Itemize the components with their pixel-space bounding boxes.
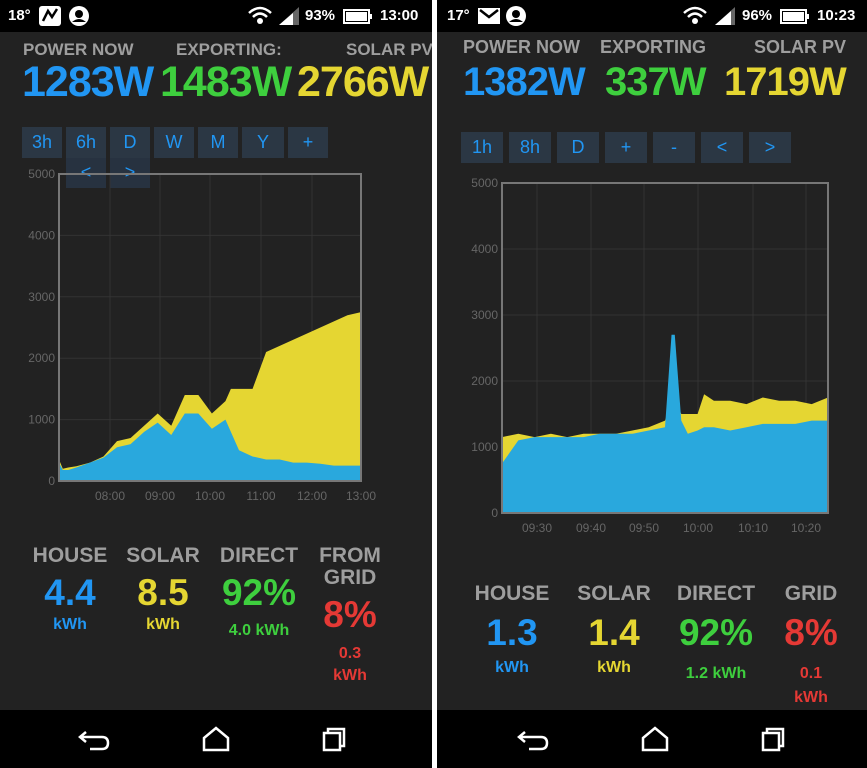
x-tick-label: 10:20 [791, 521, 821, 535]
y-tick-label: 4000 [471, 242, 498, 256]
y-tick-label: 1000 [471, 440, 498, 454]
y-tick-label: 2000 [28, 351, 55, 365]
house-value: 1.3 [486, 612, 538, 653]
x-tick-label: 09:30 [522, 521, 552, 535]
recent-apps-icon[interactable] [316, 726, 356, 752]
right-phone-screen: 17° 96% 10:23 POWER NOW EXPORTING SOLAR … [437, 0, 867, 768]
from-label: FROM [319, 544, 381, 567]
x-tick-label: 12:00 [297, 489, 327, 503]
solar-label: SOLAR [126, 544, 200, 567]
y-tick-label: 5000 [471, 176, 498, 190]
house-label: HOUSE [474, 582, 550, 605]
left-phone-screen: 18° 93% 13:00 POWER NOW EXPORTING: SOLAR… [0, 0, 432, 768]
grid-kwh-unit: kWh [794, 689, 828, 706]
y-tick-label: 2000 [471, 374, 498, 388]
y-tick-label: 1000 [28, 413, 55, 427]
x-tick-label: 11:00 [246, 489, 275, 503]
x-tick-label: 08:00 [95, 489, 125, 503]
solar-unit: kWh [597, 659, 631, 676]
solar-label: SOLAR [577, 582, 651, 605]
navigation-bar [437, 710, 867, 768]
grid-value: 8% [323, 594, 377, 635]
house-unit: kWh [53, 616, 87, 633]
solar-unit: kWh [146, 616, 180, 633]
grid-value: 8% [784, 612, 838, 653]
navigation-bar [0, 710, 432, 768]
direct-kwh: 4.0 kWh [228, 622, 290, 639]
x-tick-label: 10:00 [683, 521, 713, 535]
power-chart: 0 1000 2000 3000 4000 5000 09:30 09:40 09:50 10:0… [471, 176, 829, 535]
home-icon[interactable] [196, 726, 236, 752]
x-tick-label: 10:00 [195, 489, 225, 503]
y-tick-label: 4000 [28, 228, 55, 242]
back-icon[interactable] [515, 726, 555, 752]
direct-label: DIRECT [676, 582, 756, 605]
grid-label: GRID [784, 582, 838, 605]
x-tick-label: 09:00 [145, 489, 175, 503]
x-tick-label: 09:50 [629, 521, 659, 535]
house-label: HOUSE [32, 544, 108, 567]
grid-kwh: 0.3 [338, 645, 362, 662]
back-icon[interactable] [76, 726, 116, 752]
grid-kwh-unit: kWh [333, 667, 367, 684]
y-tick-label: 3000 [471, 308, 498, 322]
solar-value: 1.4 [588, 612, 640, 653]
x-tick-label: 09:40 [576, 521, 606, 535]
direct-label: DIRECT [219, 544, 299, 567]
solar-value: 8.5 [137, 572, 189, 613]
house-unit: kWh [495, 659, 529, 676]
house-value: 4.4 [44, 572, 96, 613]
home-icon[interactable] [635, 726, 675, 752]
grid-label: GRID [323, 566, 377, 589]
y-tick-label: 3000 [28, 290, 55, 304]
direct-value: 92% [678, 612, 754, 653]
direct-value: 92% [221, 572, 297, 613]
x-tick-label: 13:00 [346, 489, 376, 503]
grid-kwh: 0.1 [799, 665, 823, 682]
x-tick-label: 10:10 [738, 521, 768, 535]
direct-kwh: 1.2 kWh [685, 665, 747, 682]
y-tick-label: 0 [48, 474, 55, 488]
power-chart: 0 1000 2000 3000 4000 5000 08:00 09:00 10:00 11:0… [28, 167, 376, 503]
y-tick-label: 5000 [28, 167, 55, 181]
y-tick-label: 0 [491, 506, 498, 520]
recent-apps-icon[interactable] [755, 726, 795, 752]
